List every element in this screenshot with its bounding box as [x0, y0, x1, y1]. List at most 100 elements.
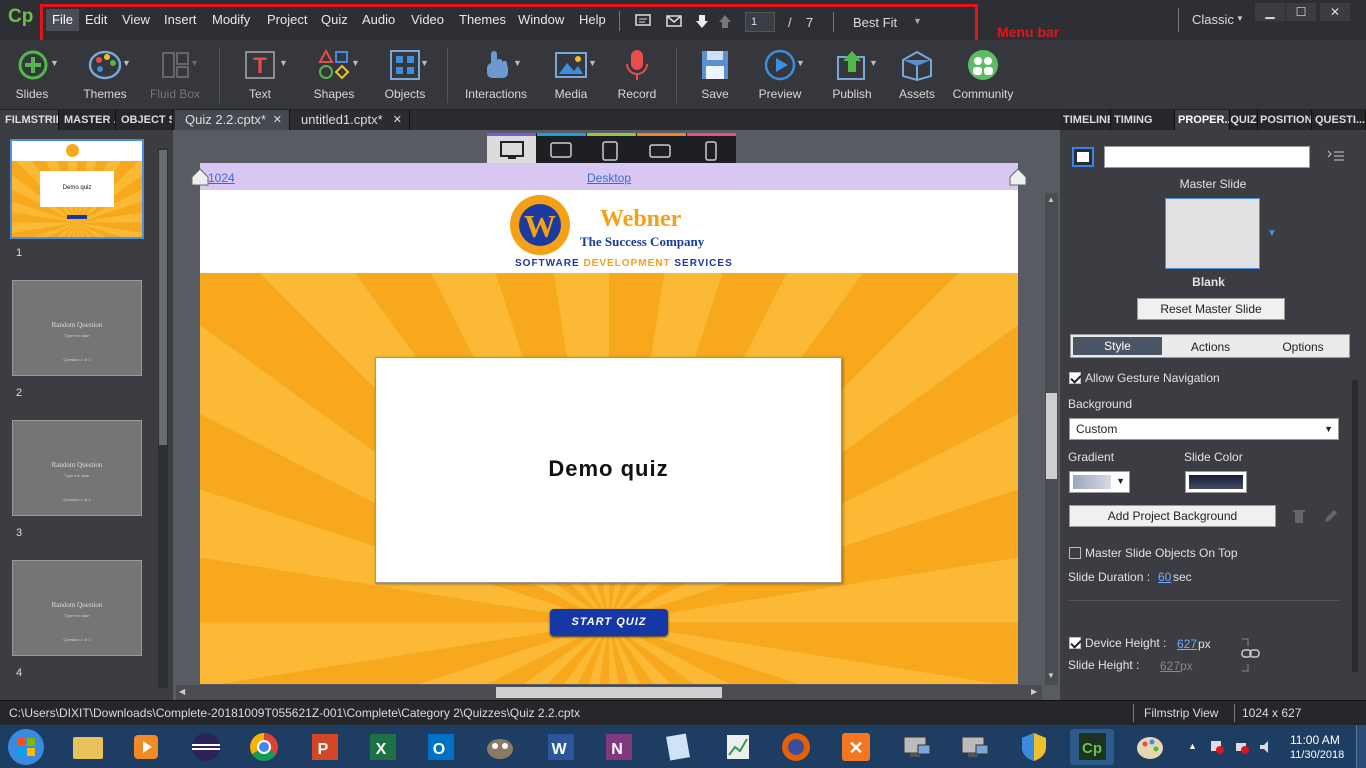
slide-thumbnail-4[interactable]: Random Question Type the slide Question … — [12, 560, 142, 656]
filmstrip-scroll-thumb[interactable] — [159, 150, 167, 445]
pencil-icon[interactable] — [1323, 508, 1339, 524]
media-button[interactable]: ▼ Media — [536, 40, 606, 110]
volume-icon[interactable] — [1258, 739, 1274, 755]
phone-portrait-view-button[interactable] — [687, 133, 736, 163]
word-icon[interactable]: W — [538, 729, 582, 765]
remote-desktop-icon[interactable] — [894, 729, 938, 765]
objects-button[interactable]: ▼ Objects — [370, 40, 440, 110]
xampp-icon[interactable]: ✕ — [834, 729, 878, 765]
text-button[interactable]: T ▼ Text — [225, 40, 295, 110]
save-button[interactable]: Save — [680, 40, 750, 110]
list-menu-icon[interactable] — [1327, 149, 1345, 163]
tab-timing[interactable]: TIMING — [1111, 110, 1175, 130]
scroll-up-icon[interactable]: ▲ — [1047, 195, 1055, 204]
close-icon[interactable]: ✕ — [273, 110, 282, 130]
slide-color-picker[interactable] — [1185, 471, 1247, 493]
start-quiz-button[interactable]: START QUIZ — [550, 609, 668, 636]
themes-button[interactable]: ▼ Themes — [70, 40, 140, 110]
breakpoint-width[interactable]: 1024 — [208, 171, 235, 185]
tablet-portrait-view-button[interactable] — [587, 133, 636, 163]
network-icon[interactable] — [1234, 739, 1250, 755]
maximize-button[interactable]: ☐ — [1286, 3, 1316, 21]
properties-scrollbar[interactable] — [1352, 380, 1358, 672]
minimize-button[interactable]: ▁ — [1255, 3, 1285, 21]
allow-gesture-checkbox[interactable] — [1069, 372, 1081, 384]
notepad-icon[interactable] — [656, 729, 700, 765]
master-slide-chevron-icon[interactable]: ▼ — [1267, 228, 1277, 239]
stage-vertical-scroll-thumb[interactable] — [1046, 393, 1057, 479]
workspace-select[interactable]: Classic — [1192, 12, 1234, 27]
network-error-icon[interactable] — [1209, 739, 1225, 755]
assets-button[interactable]: Assets — [882, 40, 952, 110]
stage-horizontal-scroll-thumb[interactable] — [496, 687, 722, 698]
workspace-chevron-icon[interactable]: ▼ — [1236, 14, 1244, 23]
interactions-button[interactable]: ▼ Interactions — [461, 40, 531, 110]
background-select[interactable]: Custom ▼ — [1069, 418, 1339, 440]
clock-time[interactable]: 11:00 AM — [1290, 733, 1340, 747]
link-chain-icon[interactable] — [1240, 638, 1262, 672]
media-player-icon[interactable] — [124, 729, 168, 765]
slide-thumbnail-2[interactable]: Random Question Type the slide Question … — [12, 280, 142, 376]
gradient-picker[interactable]: ▼ — [1069, 471, 1130, 493]
slide-name-input[interactable] — [1104, 146, 1310, 168]
shapes-button[interactable]: ▼ Shapes — [299, 40, 369, 110]
breakpoint-label[interactable]: Desktop — [587, 171, 631, 185]
start-button-icon[interactable] — [6, 727, 46, 767]
tab-filmstrip[interactable]: FILMSTRIP — [0, 110, 59, 130]
scroll-left-icon[interactable]: ◀ — [179, 687, 185, 696]
clock-date[interactable]: 11/30/2018 — [1290, 749, 1344, 761]
security-shield-icon[interactable] — [1012, 729, 1056, 765]
preview-button[interactable]: ▼ Preview — [745, 40, 815, 110]
trash-icon[interactable] — [1292, 508, 1306, 524]
reset-master-slide-button[interactable]: Reset Master Slide — [1137, 298, 1285, 320]
captivate-taskbar-icon[interactable]: Cp — [1070, 729, 1114, 765]
slide-duration-value[interactable]: 60 — [1158, 570, 1171, 584]
chrome-icon[interactable] — [242, 729, 286, 765]
tab-style[interactable]: Style — [1073, 337, 1162, 355]
record-button[interactable]: Record — [602, 40, 672, 110]
master-slide-preview[interactable] — [1165, 198, 1260, 269]
scroll-down-icon[interactable]: ▼ — [1047, 671, 1055, 680]
close-button[interactable]: ✕ — [1320, 3, 1350, 21]
eclipse-icon[interactable] — [184, 729, 228, 765]
quiz-title-box[interactable]: Demo quiz — [375, 357, 842, 583]
breakpoint-handle-right-icon[interactable] — [1008, 167, 1028, 187]
tab-options[interactable]: Options — [1257, 338, 1349, 356]
slide-thumbnail-1[interactable]: Demo quiz — [10, 139, 144, 239]
publish-button[interactable]: ▼ Publish — [817, 40, 887, 110]
paint-icon[interactable] — [1128, 729, 1172, 765]
show-desktop-button[interactable] — [1356, 725, 1366, 768]
tab-quiz[interactable]: QUIZ — [1230, 110, 1258, 130]
tablet-landscape-view-button[interactable] — [537, 133, 586, 163]
device-height-checkbox[interactable] — [1069, 637, 1081, 649]
tab-properties[interactable]: PROPER... — [1175, 110, 1230, 130]
slide-thumbnail-3[interactable]: Random Question Type the slide Question … — [12, 420, 142, 516]
remote-desktop-icon[interactable] — [952, 729, 996, 765]
tab-actions[interactable]: Actions — [1166, 338, 1255, 356]
tab-position[interactable]: POSITION — [1258, 110, 1312, 130]
powerpoint-icon[interactable]: P — [302, 729, 346, 765]
fluid-box-button[interactable]: ▼ Fluid Box — [140, 40, 210, 110]
phone-landscape-view-button[interactable] — [637, 133, 686, 163]
tray-expand-icon[interactable]: ▲ — [1188, 741, 1197, 751]
breakpoint-handle-left-icon[interactable] — [190, 167, 210, 187]
tab-quiz-file[interactable]: Quiz 2.2.cptx* ✕ — [175, 110, 290, 130]
outlook-icon[interactable]: O — [418, 729, 462, 765]
tab-timeline[interactable]: TIMELINE — [1060, 110, 1111, 130]
add-project-background-button[interactable]: Add Project Background — [1069, 505, 1276, 527]
stage-horizontal-scrollbar[interactable]: ◀ ▶ — [176, 685, 1042, 700]
close-icon[interactable]: ✕ — [393, 110, 402, 130]
excel-icon[interactable]: X — [360, 729, 404, 765]
master-on-top-checkbox[interactable] — [1069, 547, 1081, 559]
device-height-value[interactable]: 627 — [1177, 637, 1197, 651]
scroll-right-icon[interactable]: ▶ — [1031, 687, 1037, 696]
tab-question-pool[interactable]: QUESTI... — [1312, 110, 1366, 130]
gimp-icon[interactable] — [478, 729, 522, 765]
community-button[interactable]: Community — [948, 40, 1018, 110]
tab-untitled-file[interactable]: untitled1.cptx* ✕ — [291, 110, 410, 130]
firefox-icon[interactable] — [774, 729, 818, 765]
onenote-icon[interactable]: N — [596, 729, 640, 765]
desktop-view-button[interactable] — [487, 133, 536, 163]
stage-vertical-scrollbar[interactable]: ▲ ▼ — [1045, 193, 1058, 685]
slides-button[interactable]: ▼ Slides — [0, 40, 70, 110]
